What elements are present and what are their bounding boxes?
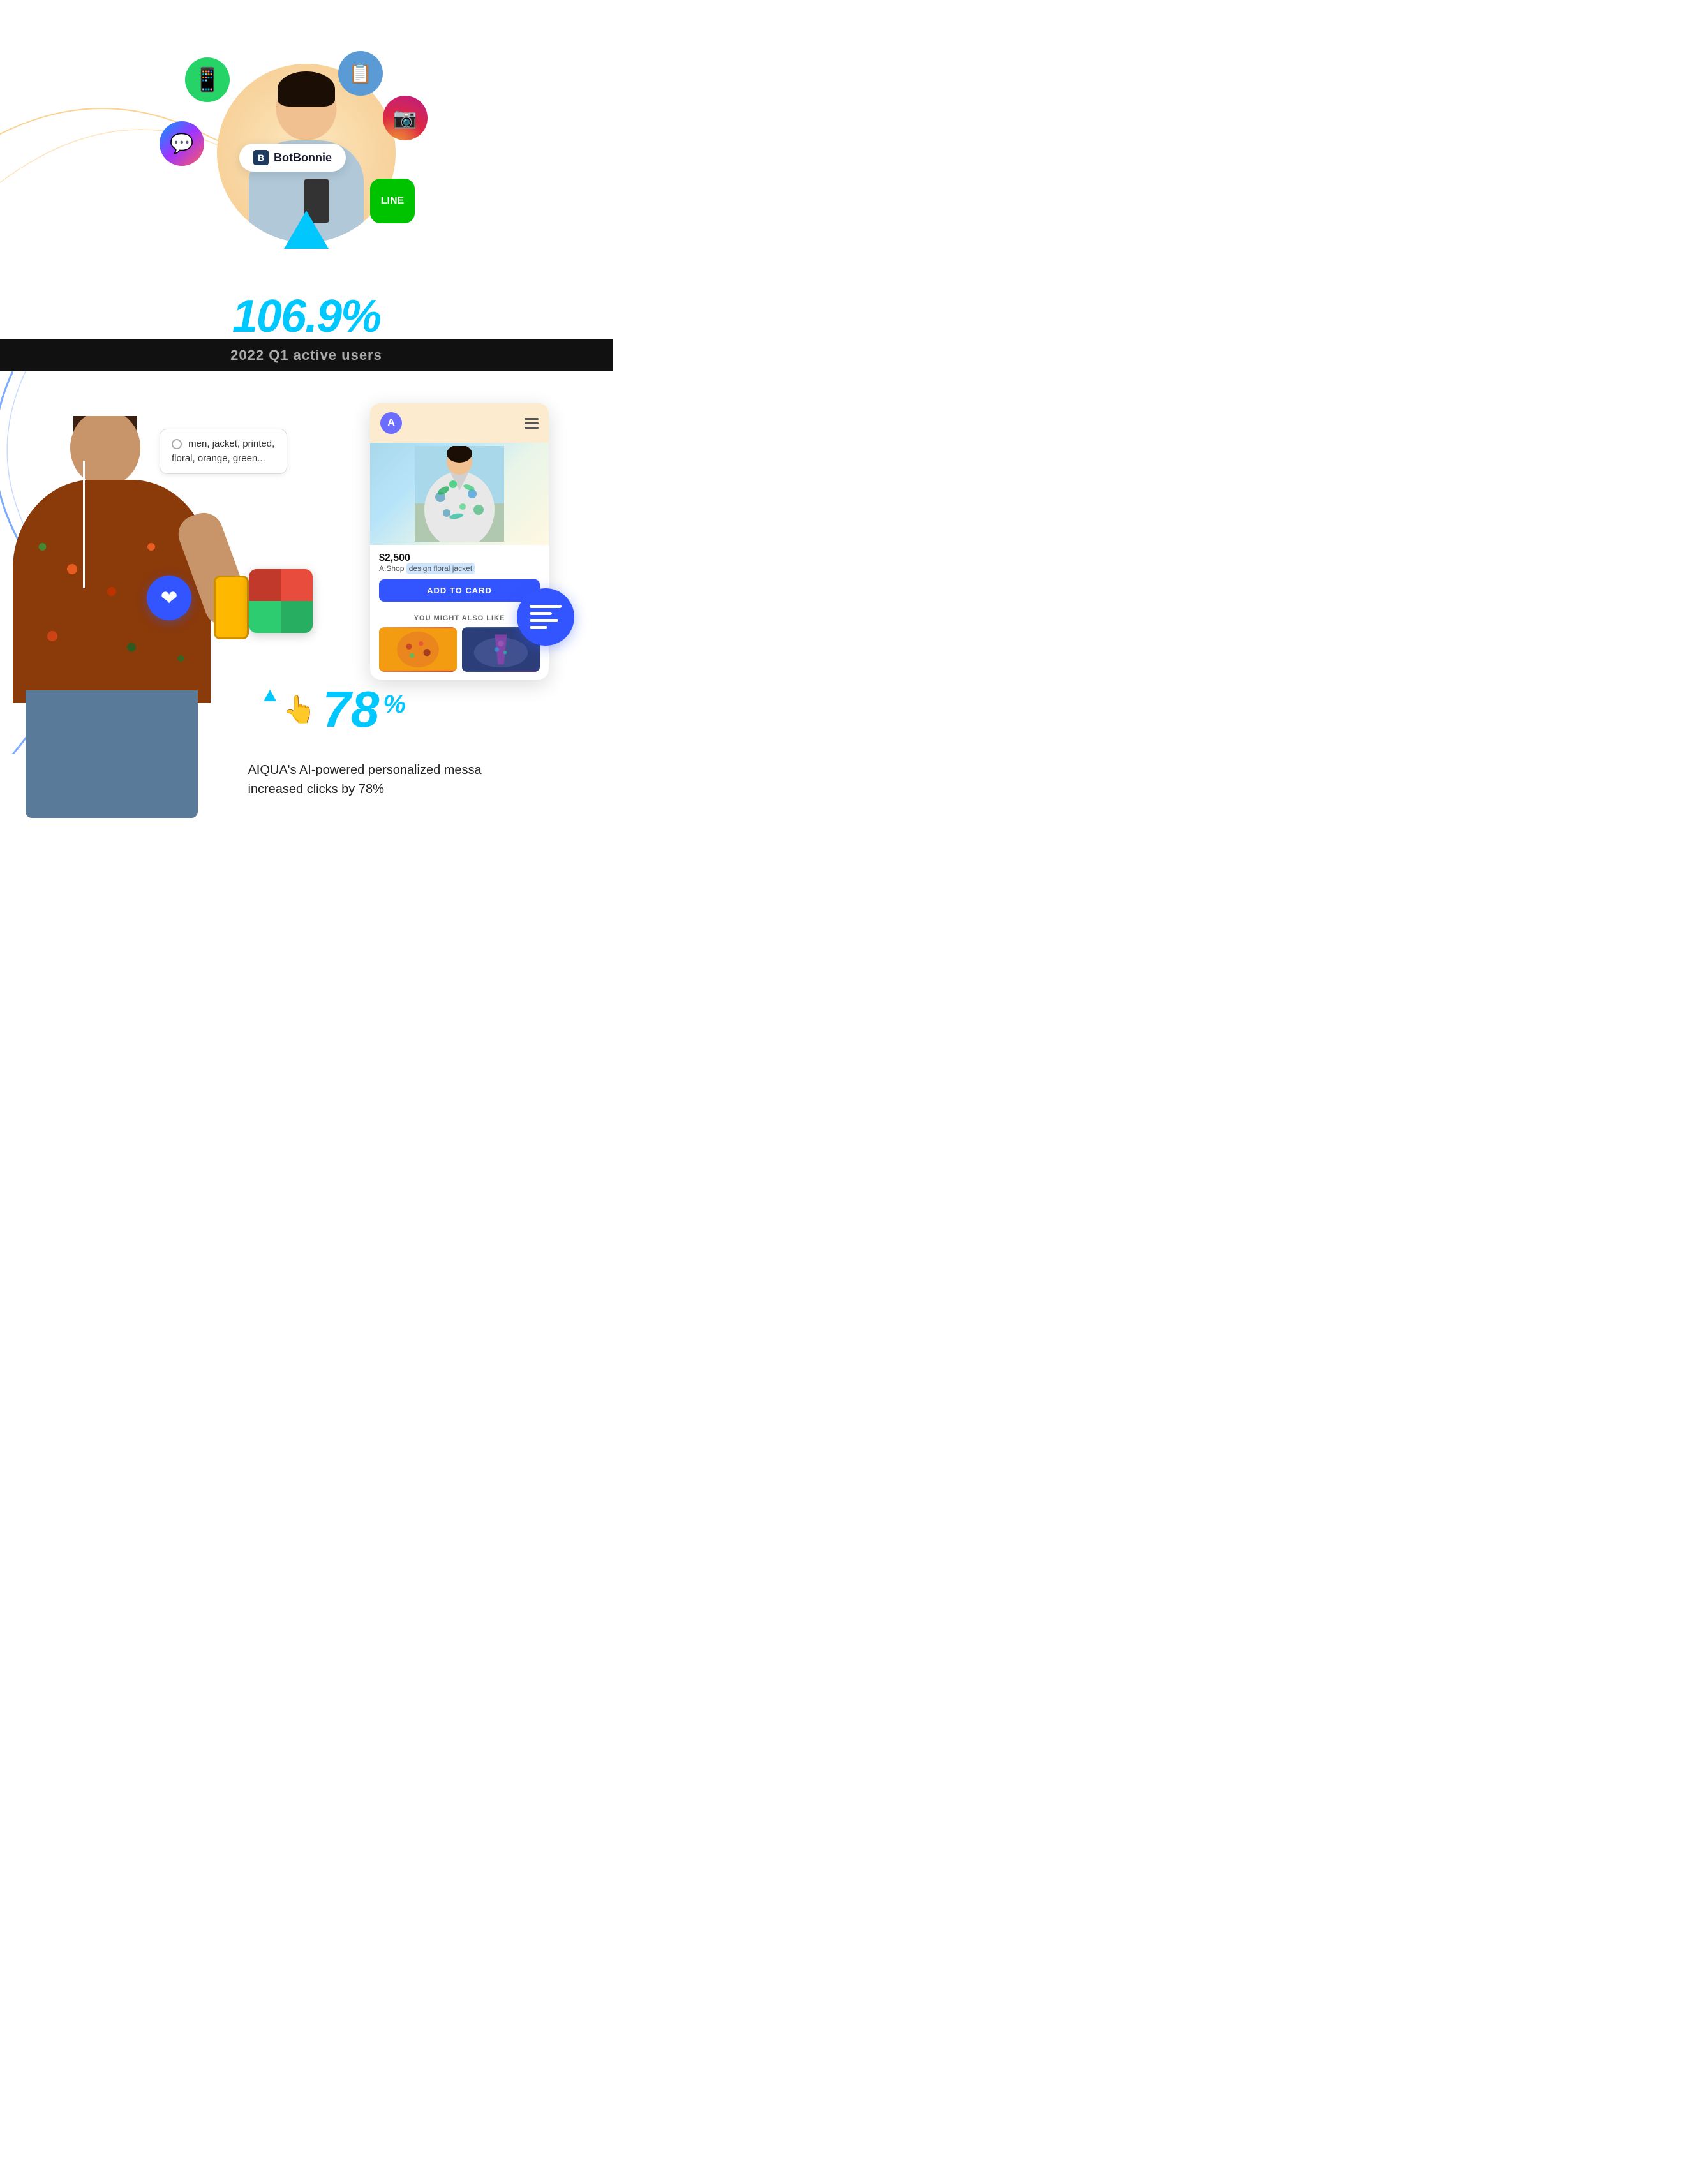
swatch-red[interactable] (249, 569, 281, 601)
add-to-card-button[interactable]: ADD TO CARD (379, 579, 540, 602)
also-like-grid (379, 627, 540, 672)
instagram-icon: 📷 (383, 96, 428, 140)
line-icon: LINE (370, 179, 415, 223)
product-image (370, 443, 549, 545)
stats-line-3 (530, 619, 558, 622)
bottom-stat: 👆 78 % (264, 684, 406, 735)
person-pants (26, 690, 198, 818)
color-swatches (249, 569, 313, 633)
swatch-green[interactable] (249, 601, 281, 633)
swatch-dark-green[interactable] (281, 601, 313, 633)
top-stat: 106.9% (232, 293, 380, 339)
bottom-description: AIQUA's AI-powered personalized messa in… (248, 761, 481, 799)
stat-number: 78 (322, 684, 379, 735)
clipboard-icon: 📋 (338, 51, 383, 96)
swatch-light-red[interactable] (281, 569, 313, 601)
stats-line-2 (530, 612, 552, 615)
stats-icon (530, 605, 562, 629)
card-header: A (370, 403, 549, 443)
earphone-cord (83, 461, 85, 588)
also-like-label: YOU MIGHT ALSO LIKE (379, 614, 540, 622)
person-phone (214, 576, 249, 639)
menu-line-2 (525, 422, 539, 424)
stats-line-1 (530, 605, 562, 608)
shop-tag: design floral jacket (406, 563, 475, 574)
shop-avatar: A (380, 412, 402, 434)
bottom-section: men, jacket, printed, floral, orange, gr… (0, 371, 613, 818)
also-like-item-1[interactable] (379, 627, 457, 672)
divider-text: 2022 Q1 active users (230, 347, 382, 364)
person-cutout (0, 416, 255, 818)
triangle-arrow (284, 211, 329, 249)
divider-bar: 2022 Q1 active users (0, 339, 613, 371)
stats-line-4 (530, 626, 547, 629)
menu-line-1 (525, 418, 539, 420)
radio-button (172, 439, 182, 449)
hero-container: 📱 💬 📋 📷 LINE B BotBonnie (147, 19, 466, 287)
botbonnie-label: B BotBonnie (239, 144, 346, 172)
heart-button[interactable]: ❤ (147, 576, 191, 620)
chat-bubble: men, jacket, printed, floral, orange, gr… (160, 429, 287, 474)
product-price: $2,500 (379, 553, 540, 564)
product-shop: A.Shop design floral jacket (379, 564, 540, 573)
stats-button[interactable] (517, 588, 574, 646)
messenger-icon: 💬 (160, 121, 204, 166)
menu-icon[interactable] (525, 418, 539, 429)
stat-percent-sign: % (383, 690, 406, 719)
person-head (70, 416, 140, 486)
stat-arrow (264, 690, 276, 701)
menu-line-3 (525, 427, 539, 429)
top-section: 📱 💬 📋 📷 LINE B BotBonnie 106.9% (0, 0, 613, 339)
whatsapp-icon: 📱 (185, 57, 230, 102)
jacket-svg (415, 446, 504, 542)
botbonnie-logo: B (253, 150, 269, 165)
hand-icon: 👆 (283, 694, 316, 725)
ecommerce-card: A (370, 403, 549, 680)
